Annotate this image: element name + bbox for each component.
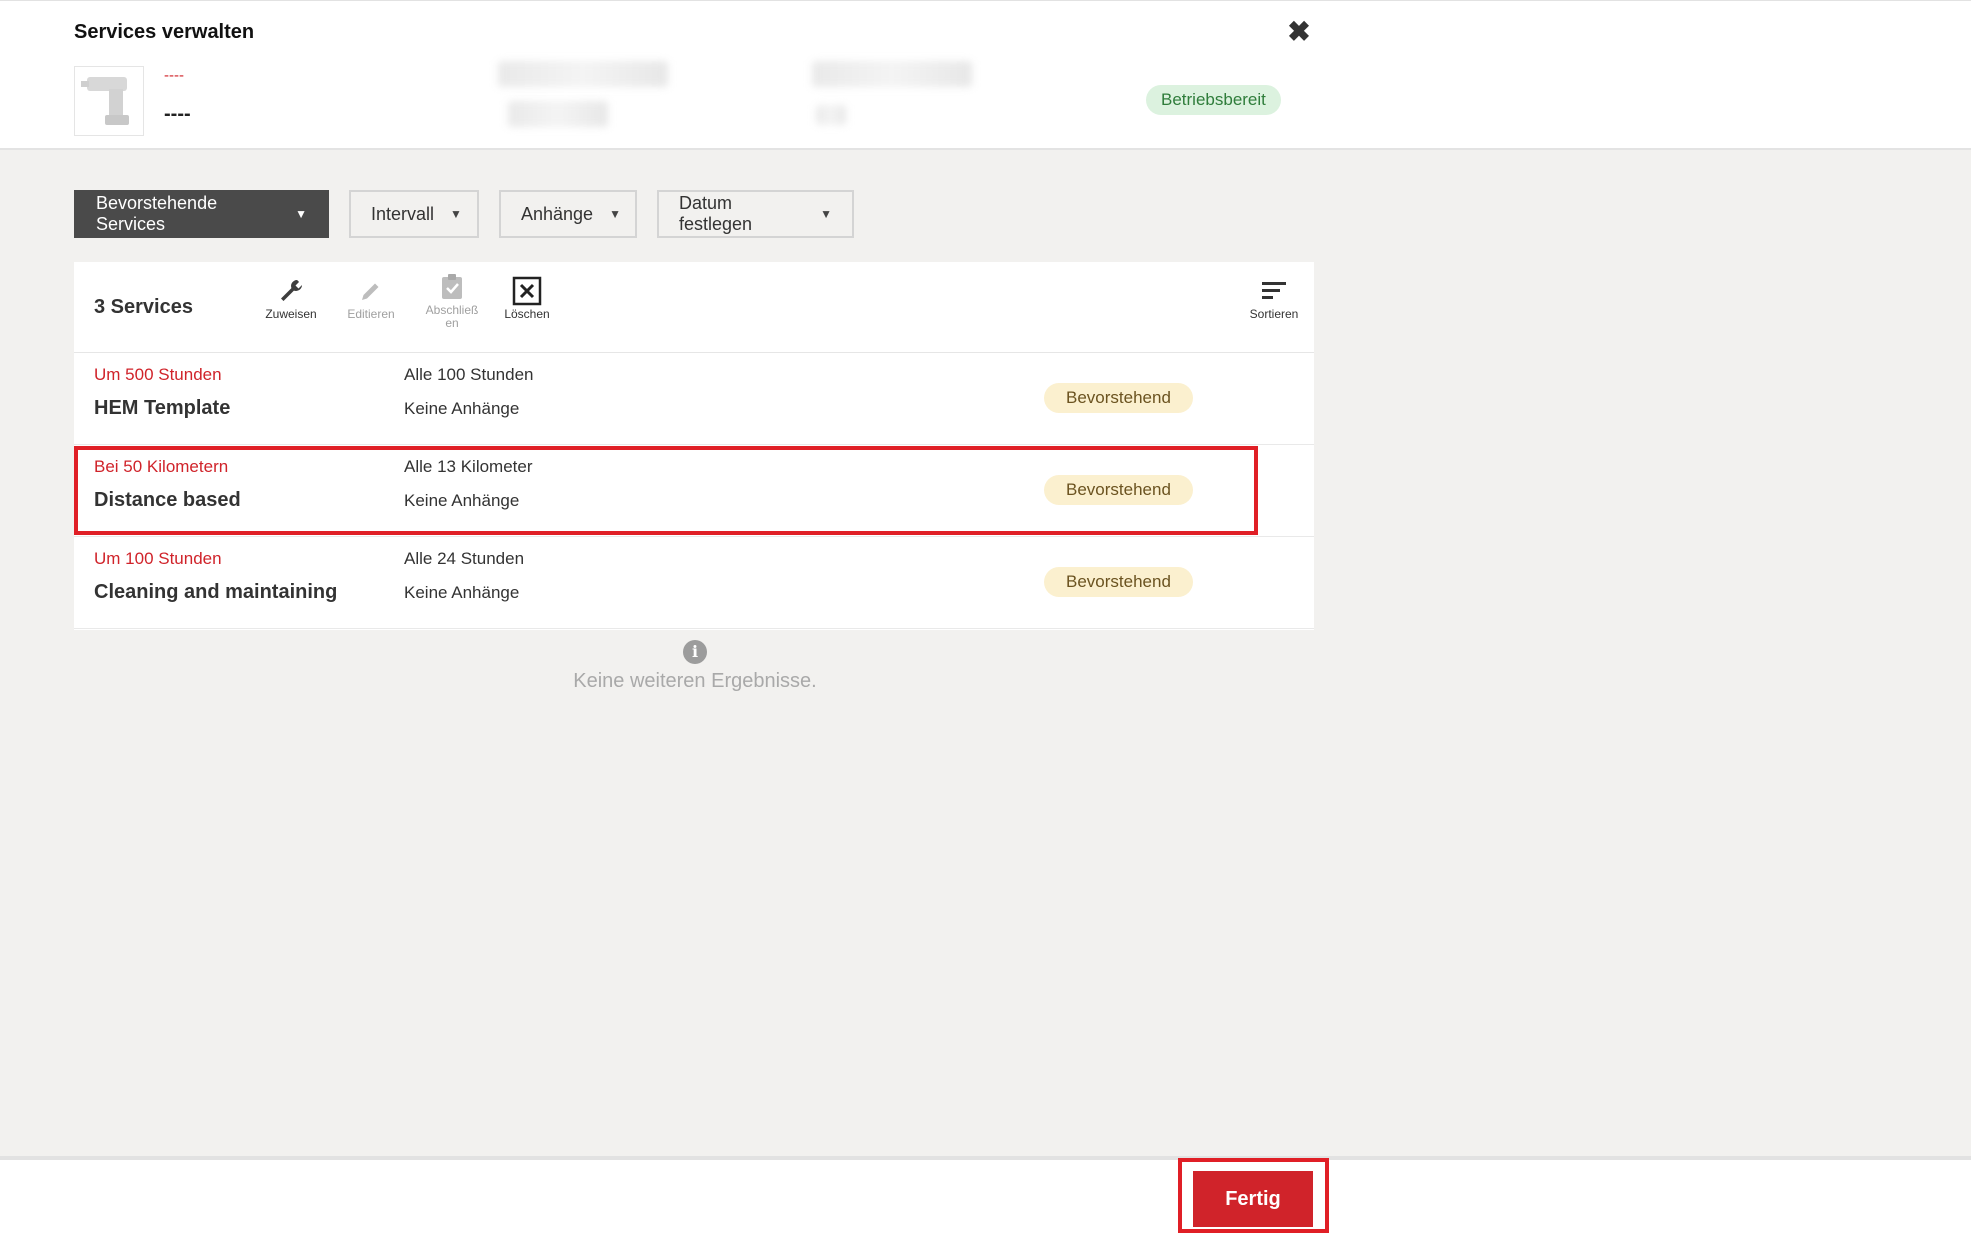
redacted-field [812,61,972,87]
no-more-results: i Keine weiteren Ergebnisse. [560,640,830,693]
drill-icon [81,77,129,125]
filter-label: Anhänge [521,203,594,224]
service-due: Um 500 Stunden [94,365,222,384]
status-badge: Bevorstehend [1044,567,1193,597]
modal-footer: Fertig [0,1156,1971,1233]
redacted-field [508,101,608,127]
caret-down-icon: ▼ [609,207,621,221]
service-interval: Alle 24 Stunden [404,549,525,568]
services-toolbar: 3 Services Zuweisen Editieren Abschließe… [74,262,1314,353]
service-due: Bei 50 Kilometern [94,457,229,476]
status-badge: Bevorstehend [1044,475,1193,505]
service-interval: Alle 100 Stunden [404,365,534,384]
filter-attachments[interactable]: Anhänge ▼ [499,190,637,238]
caret-down-icon: ▼ [295,207,307,221]
service-name: Distance based [94,489,241,511]
caret-down-icon: ▼ [450,207,462,221]
wrench-icon [281,280,302,301]
filter-interval[interactable]: Intervall ▼ [349,190,479,238]
sort-icon [1262,282,1286,299]
clipboard-check-icon [442,274,462,299]
service-attachments: Keine Anhänge [404,399,520,418]
filter-date[interactable]: Datum festlegen ▼ [657,190,854,238]
service-row[interactable]: Bei 50 Kilometern Distance based Alle 13… [74,445,1314,537]
service-attachments: Keine Anhänge [404,491,520,510]
edit-button[interactable]: Editieren [336,274,406,321]
service-row[interactable]: Um 500 Stunden HEM Template Alle 100 Stu… [74,353,1314,445]
filter-upcoming-services[interactable]: Bevorstehende Services ▼ [74,190,329,238]
service-name: HEM Template [94,397,231,419]
service-name: Cleaning and maintaining [94,581,338,603]
delete-box-icon [512,276,542,306]
asset-code: ---- [164,67,184,84]
delete-button[interactable]: Löschen [492,274,562,321]
filter-label: Datum festlegen [679,193,753,234]
page: Services verwalten ✖ ---- ---- Betriebsb… [0,0,1971,1233]
status-badge: Betriebsbereit [1146,85,1281,115]
filter-label: Intervall [371,203,435,224]
complete-button[interactable]: Abschließen [412,270,492,330]
asset-image [74,66,144,136]
services-count: 3 Services [94,296,193,318]
done-button[interactable]: Fertig [1193,1171,1313,1227]
redacted-field [816,105,846,125]
redacted-field [498,61,668,87]
filter-label: Bevorstehende Services [96,193,218,234]
services-panel: 3 Services Zuweisen Editieren Abschließe… [74,262,1314,630]
status-badge: Bevorstehend [1044,383,1193,413]
service-due: Um 100 Stunden [94,549,222,568]
modal-header: Services verwalten ✖ ---- ---- Betriebsb… [0,0,1971,150]
caret-down-icon: ▼ [820,207,832,221]
no-more-results-text: Keine weiteren Ergebnisse. [573,670,817,692]
service-row[interactable]: Um 100 Stunden Cleaning and maintaining … [74,537,1314,629]
assign-button[interactable]: Zuweisen [256,274,326,321]
service-attachments: Keine Anhänge [404,583,520,602]
page-title: Services verwalten [74,21,255,43]
close-icon[interactable]: ✖ [1284,17,1314,47]
asset-name: ---- [164,103,191,125]
info-icon: i [683,640,707,664]
sort-button[interactable]: Sortieren [1239,274,1309,321]
service-interval: Alle 13 Kilometer [404,457,533,476]
pencil-icon [362,283,379,300]
